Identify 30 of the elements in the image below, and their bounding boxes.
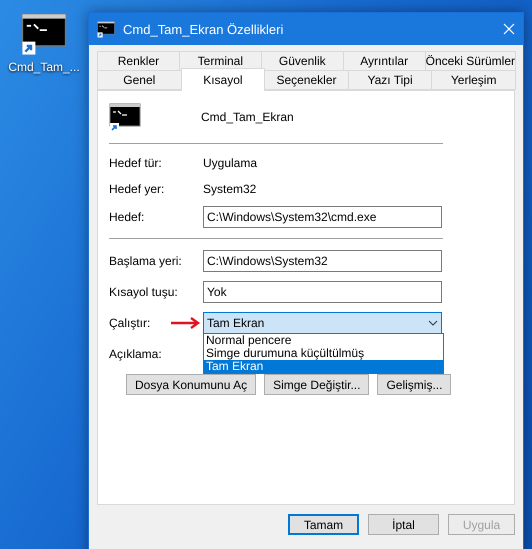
field-label: Açıklama:	[109, 346, 162, 360]
text-field[interactable]: C:\Windows\System32	[203, 250, 442, 272]
terminal-shortcut-icon	[109, 101, 141, 133]
action-button[interactable]: Dosya Konumunu Aç	[126, 374, 256, 395]
close-icon[interactable]	[503, 23, 515, 35]
terminal-icon	[97, 20, 115, 38]
dialog-button[interactable]: İptal	[368, 514, 439, 535]
chevron-icon	[428, 320, 438, 326]
text-field[interactable]: C:\Windows\System32\cmd.exe	[203, 206, 442, 228]
desktop-icon-label[interactable]: Cmd_Tam_...	[8, 60, 80, 74]
field-label: Hedef yer:	[109, 182, 164, 196]
field-label: Hedef tür:	[109, 156, 162, 170]
field-label: Başlama yeri:	[109, 254, 182, 268]
tab[interactable]: Önceki Sürümler	[424, 51, 516, 71]
window-title: Cmd_Tam_Ekran Özellikleri	[123, 22, 284, 36]
dialog-button[interactable]: Tamam	[288, 514, 359, 535]
field-value: System32	[203, 182, 256, 196]
tab[interactable]: Kısayol	[180, 68, 266, 91]
action-button[interactable]: Gelişmiş...	[377, 374, 452, 395]
field-value: Uygulama	[203, 156, 258, 170]
shortcut-name: Cmd_Tam_Ekran	[201, 110, 294, 124]
dropdown-option[interactable]: Tam Ekran	[204, 360, 443, 372]
action-button[interactable]: Simge Değiştir...	[264, 374, 370, 395]
field-label: Kısayol tuşu:	[109, 284, 178, 298]
field-label: Çalıştır:	[109, 316, 150, 330]
tab[interactable]: Yerleşim	[431, 70, 516, 90]
text-field[interactable]: Yok	[203, 280, 442, 302]
field-label: Hedef:	[109, 210, 144, 224]
tab[interactable]: Renkler	[97, 51, 180, 71]
tab[interactable]: Genel	[97, 70, 182, 90]
